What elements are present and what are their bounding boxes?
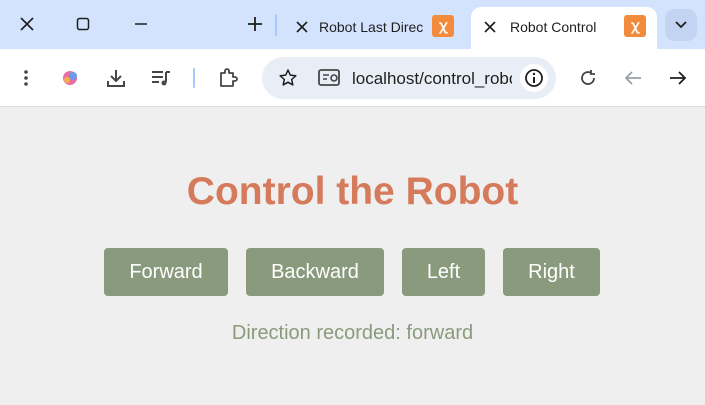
arrow-right-icon [670,71,687,85]
forward-button[interactable]: Forward [104,248,228,296]
plus-icon [248,17,262,31]
tab-close-button[interactable] [480,17,500,37]
status-message: Direction recorded: forward [231,322,474,344]
extension-button[interactable] [55,63,85,93]
puzzle-piece-icon [220,68,238,87]
address-bar[interactable]: localhost/control_robot.php [262,57,556,99]
info-icon [525,69,543,87]
close-icon [20,17,34,31]
url-text[interactable]: localhost/control_robot.php [352,69,512,89]
left-button[interactable]: Left [402,248,485,296]
close-window-button[interactable] [12,9,42,39]
tab-title: Robot Control [510,19,597,35]
forward-nav-button[interactable] [663,63,693,93]
tab-strip: Robot Last Direction ꭓ Robot Control ꭓ [0,0,705,49]
download-icon [107,70,125,87]
reload-icon [581,70,595,85]
right-button[interactable]: Right [503,248,600,296]
tab-search-button[interactable] [665,9,697,41]
backward-button[interactable]: Backward [246,248,384,296]
site-info-icon[interactable] [318,67,342,89]
toolbar: localhost/control_robot.php [0,49,705,107]
page-title: Control the Robot [186,170,519,213]
new-tab-button[interactable] [240,9,270,39]
maximize-icon [76,17,90,31]
close-icon [296,21,308,33]
page-content: Control the Robot Forward Backward Left … [0,108,705,405]
minimize-button[interactable] [126,9,156,39]
downloads-button[interactable] [101,63,131,93]
back-button[interactable] [618,63,648,93]
bookmark-star-icon[interactable] [278,68,298,88]
tab-close-button[interactable] [292,17,312,37]
maximize-button[interactable] [68,9,98,39]
media-controls-button[interactable] [146,63,176,93]
minimize-icon [135,23,147,25]
close-icon [484,21,496,33]
chevron-down-icon [675,21,687,29]
reload-button[interactable] [573,63,603,93]
tab-robot-last-direction[interactable]: Robot Last Direction ꭓ [283,7,467,49]
extensions-button[interactable] [213,63,243,93]
tab-title: Robot Last Direction [319,19,423,35]
xampp-icon: ꭓ [624,15,646,37]
extension-logo-icon [63,71,77,85]
tab-robot-control[interactable]: Robot Control ꭓ [471,7,657,49]
arrow-left-icon [624,71,641,85]
toolbar-separator [193,68,195,88]
tab-separator [275,14,277,36]
page-info-button[interactable] [520,64,548,92]
menu-button[interactable] [11,63,41,93]
xampp-icon: ꭓ [432,15,454,37]
control-buttons: Forward Backward Left Right [0,248,705,296]
kebab-menu-icon [24,70,28,86]
queue-music-icon [152,71,170,86]
